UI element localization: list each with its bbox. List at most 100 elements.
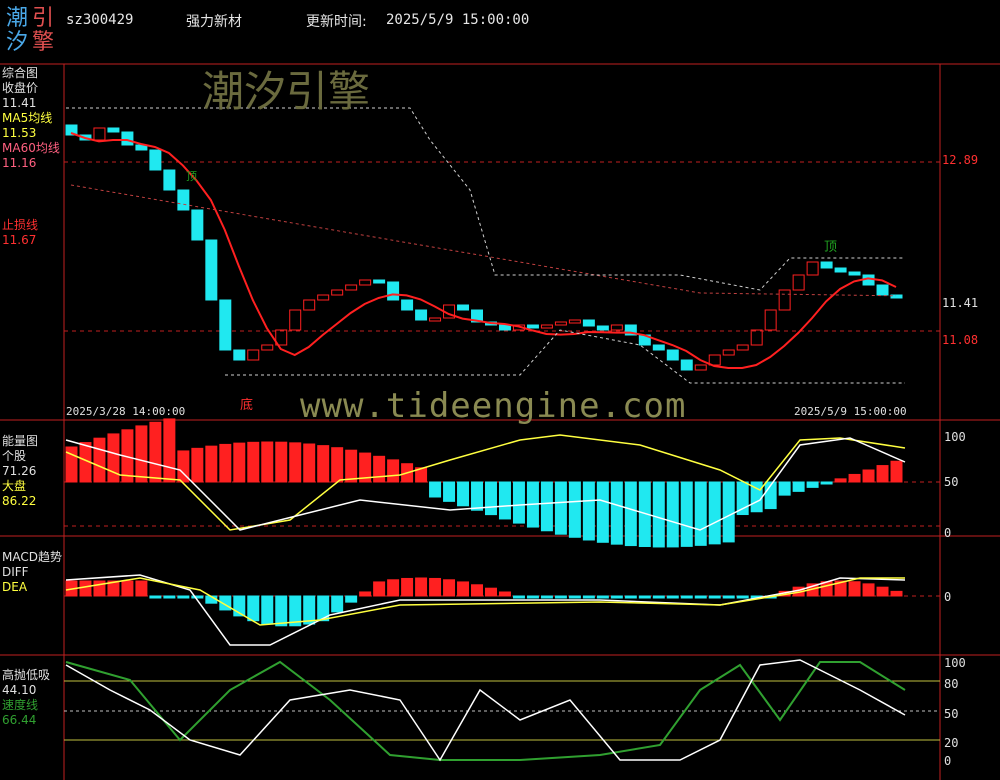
candle bbox=[317, 294, 330, 301]
macd-bar bbox=[401, 577, 414, 597]
macd-bar bbox=[722, 595, 735, 599]
macd-bar bbox=[415, 577, 428, 597]
energy-bar bbox=[471, 481, 483, 511]
energy-bar bbox=[554, 481, 567, 535]
candle bbox=[219, 299, 232, 351]
macd-bar bbox=[261, 595, 274, 625]
macd-bar bbox=[443, 579, 456, 597]
hl-value-line bbox=[65, 659, 906, 762]
energy-bar bbox=[736, 481, 749, 516]
candle bbox=[834, 267, 847, 273]
macd-bar bbox=[666, 595, 679, 599]
candle bbox=[415, 309, 428, 321]
macd-bar bbox=[862, 583, 875, 597]
candle bbox=[582, 319, 595, 327]
candle bbox=[387, 281, 400, 301]
macd-bar bbox=[163, 595, 176, 599]
energy-bar bbox=[652, 481, 665, 548]
macd-bar bbox=[596, 595, 609, 599]
energy-bar bbox=[890, 460, 903, 483]
energy-bar bbox=[135, 425, 148, 483]
macd-bar bbox=[359, 591, 372, 597]
energy-bar bbox=[582, 481, 595, 541]
energy-bar bbox=[429, 481, 442, 498]
bottom-marker: 底 bbox=[240, 398, 254, 413]
macd-bar bbox=[512, 595, 525, 599]
small-top-marker: 顶 bbox=[186, 170, 197, 183]
hl-axis-100: 100 bbox=[944, 656, 966, 670]
energy-bar bbox=[498, 481, 511, 520]
macd-bar bbox=[638, 595, 651, 599]
candle bbox=[149, 149, 162, 171]
macd-bar bbox=[373, 581, 386, 597]
ma60-label: MA60均线 bbox=[2, 141, 60, 155]
candle bbox=[289, 309, 302, 331]
macd-panel-legend: MACD趋势 DIFF DEA bbox=[2, 550, 62, 595]
date-start: 2025/3/28 14:00:00 bbox=[66, 405, 186, 418]
macd-bar bbox=[121, 580, 134, 597]
ma5-label: MA5均线 bbox=[2, 111, 53, 125]
market-energy-value: 86.22 bbox=[2, 494, 37, 508]
macd-bar bbox=[554, 595, 567, 599]
energy-bar bbox=[806, 481, 819, 488]
candle bbox=[261, 344, 274, 351]
macd-bar bbox=[876, 586, 889, 597]
energy-bar bbox=[610, 481, 623, 545]
price-axis-tick-3: 11.08 bbox=[942, 333, 979, 347]
price-panel-title: 综合图 bbox=[2, 66, 39, 80]
macd-bar bbox=[79, 580, 92, 597]
macd-bar bbox=[680, 595, 693, 599]
energy-bar bbox=[275, 441, 288, 483]
energy-bar bbox=[191, 447, 204, 483]
energy-bar bbox=[261, 441, 274, 483]
macd-bar bbox=[149, 595, 162, 599]
candle bbox=[694, 364, 707, 371]
dea-label: DEA bbox=[2, 580, 28, 594]
candle bbox=[93, 127, 106, 141]
energy-bar bbox=[457, 481, 470, 507]
hl-value: 44.10 bbox=[2, 683, 37, 697]
hl-panel-legend: 高抛低吸 44.10 速度线 66.44 bbox=[2, 668, 50, 728]
candle bbox=[331, 289, 344, 296]
energy-bar bbox=[93, 437, 106, 483]
candle bbox=[848, 271, 861, 276]
candle bbox=[722, 349, 735, 356]
close-value: 11.41 bbox=[2, 96, 37, 110]
energy-bar bbox=[219, 443, 232, 483]
price-axis-tick-2: 11.41 bbox=[942, 296, 979, 310]
candle bbox=[359, 279, 372, 286]
candle bbox=[750, 329, 763, 346]
energy-bar bbox=[163, 418, 176, 483]
candle bbox=[429, 317, 442, 322]
energy-bar bbox=[149, 421, 162, 483]
energy-bar bbox=[373, 455, 386, 483]
hl-panel-title: 高抛低吸 bbox=[2, 668, 51, 682]
candle bbox=[876, 284, 889, 296]
energy-bar bbox=[778, 481, 791, 496]
energy-bar bbox=[247, 441, 260, 483]
energy-bar bbox=[834, 478, 847, 483]
candle bbox=[596, 325, 609, 331]
energy-bar bbox=[708, 481, 721, 545]
energy-bar bbox=[303, 443, 316, 483]
macd-bar bbox=[652, 595, 665, 599]
candle bbox=[121, 131, 134, 146]
macd-bar bbox=[526, 595, 539, 599]
ma60-value: 11.16 bbox=[2, 156, 37, 170]
speed-value: 66.44 bbox=[2, 713, 37, 727]
energy-bar bbox=[820, 481, 833, 485]
macd-bar bbox=[694, 595, 707, 599]
top-marker: 顶 bbox=[824, 240, 838, 255]
energy-bar bbox=[331, 447, 344, 483]
candle bbox=[540, 324, 553, 329]
macd-bar bbox=[191, 595, 204, 599]
stop-loss-legend: 止损线 11.67 bbox=[2, 218, 38, 248]
macd-bar bbox=[387, 579, 400, 597]
energy-panel-legend: 能量图 个股 71.26 大盘 86.22 bbox=[2, 434, 38, 509]
candle bbox=[820, 261, 833, 269]
energy-bar bbox=[680, 481, 693, 547]
market-energy-label: 大盘 bbox=[2, 479, 27, 493]
energy-bar bbox=[848, 473, 861, 483]
energy-bar bbox=[694, 481, 707, 546]
candle bbox=[568, 319, 581, 324]
